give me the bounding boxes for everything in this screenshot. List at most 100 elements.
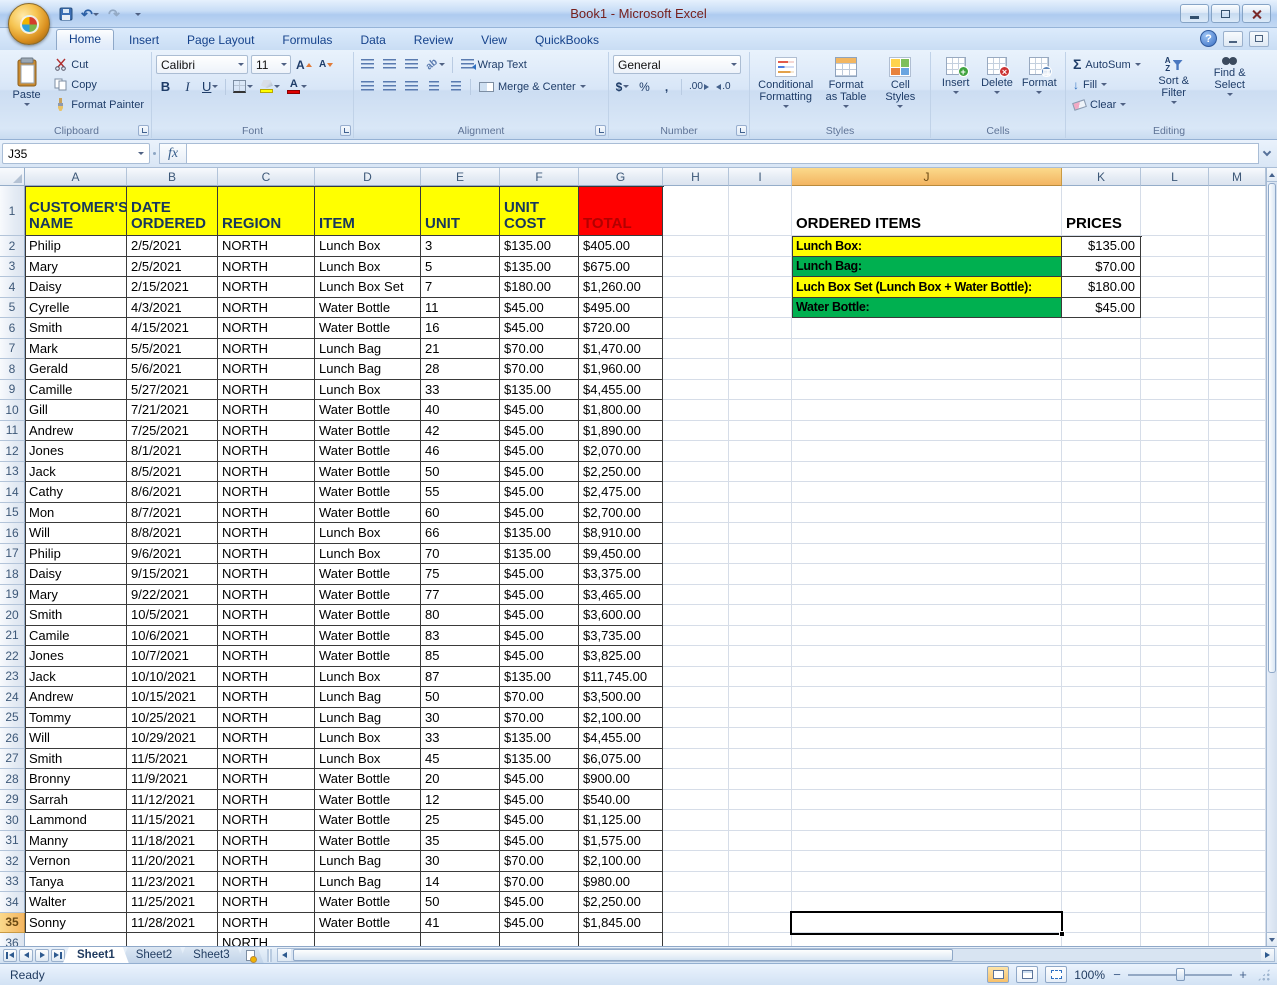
cell-I33[interactable] (729, 871, 792, 892)
cell-G13[interactable]: $2,250.00 (579, 461, 663, 482)
cell-B5[interactable]: 4/3/2021 (127, 297, 218, 318)
row-header-16[interactable]: 16 (0, 523, 25, 544)
delete-cells-button[interactable]: × Delete (977, 55, 1017, 95)
tab-insert[interactable]: Insert (116, 30, 172, 50)
cell-H15[interactable] (663, 502, 729, 523)
cell-E33[interactable]: 14 (421, 871, 500, 892)
align-bottom-button[interactable] (402, 55, 421, 74)
shrink-font-button[interactable]: A (317, 55, 336, 74)
cell-I32[interactable] (729, 851, 792, 872)
row-header-29[interactable]: 29 (0, 789, 25, 810)
cell-K8[interactable] (1062, 359, 1141, 380)
cell-F36[interactable] (500, 933, 579, 946)
cell-F33[interactable]: $70.00 (500, 871, 579, 892)
cell-F5[interactable]: $45.00 (500, 297, 579, 318)
cell-A11[interactable]: Andrew (25, 420, 127, 441)
fill-handle[interactable] (1059, 931, 1065, 937)
cell-B16[interactable]: 8/8/2021 (127, 523, 218, 544)
cell-K3[interactable]: $70.00 (1062, 256, 1141, 277)
row-header-17[interactable]: 17 (0, 543, 25, 564)
cell-I10[interactable] (729, 400, 792, 421)
col-header-B[interactable]: B (127, 168, 218, 186)
cell-C7[interactable]: NORTH (218, 338, 315, 359)
row-header-15[interactable]: 15 (0, 502, 25, 523)
row-header-26[interactable]: 26 (0, 728, 25, 749)
header-cell-B1[interactable]: DATE ORDERED (127, 186, 218, 236)
cell-I12[interactable] (729, 441, 792, 462)
row-header-21[interactable]: 21 (0, 625, 25, 646)
scroll-up-button[interactable] (1267, 168, 1277, 182)
cell-J6[interactable] (792, 318, 1062, 339)
cell-D22[interactable]: Water Bottle (315, 646, 421, 667)
cell-E11[interactable]: 42 (421, 420, 500, 441)
row-header-33[interactable]: 33 (0, 871, 25, 892)
cell-E15[interactable]: 60 (421, 502, 500, 523)
cell-I25[interactable] (729, 707, 792, 728)
cell-C21[interactable]: NORTH (218, 625, 315, 646)
cell-A19[interactable]: Mary (25, 584, 127, 605)
cell-C24[interactable]: NORTH (218, 687, 315, 708)
close-button[interactable] (1242, 4, 1271, 23)
cell-D28[interactable]: Water Bottle (315, 769, 421, 790)
col-header-H[interactable]: H (663, 168, 729, 186)
cell-F31[interactable]: $45.00 (500, 830, 579, 851)
cell-J29[interactable] (792, 789, 1062, 810)
row-header-25[interactable]: 25 (0, 707, 25, 728)
cell-M20[interactable] (1209, 605, 1266, 626)
row-header-31[interactable]: 31 (0, 830, 25, 851)
cell-B6[interactable]: 4/15/2021 (127, 318, 218, 339)
cell-C27[interactable]: NORTH (218, 748, 315, 769)
cell-B12[interactable]: 8/1/2021 (127, 441, 218, 462)
cell-styles-button[interactable]: Cell Styles (877, 55, 923, 109)
cell-M13[interactable] (1209, 461, 1266, 482)
cell-B28[interactable]: 11/9/2021 (127, 769, 218, 790)
cell-I15[interactable] (729, 502, 792, 523)
previous-sheet-button[interactable] (19, 948, 33, 962)
save-button[interactable] (56, 4, 76, 24)
cell-A20[interactable]: Smith (25, 605, 127, 626)
cell-F25[interactable]: $70.00 (500, 707, 579, 728)
cell-L11[interactable] (1141, 420, 1209, 441)
cell-G4[interactable]: $1,260.00 (579, 277, 663, 298)
cell-D13[interactable]: Water Bottle (315, 461, 421, 482)
row-header-35[interactable]: 35 (0, 912, 25, 933)
header-cell-F1[interactable]: UNIT COST (500, 186, 579, 236)
cell-J19[interactable] (792, 584, 1062, 605)
cell-F9[interactable]: $135.00 (500, 379, 579, 400)
cell-C16[interactable]: NORTH (218, 523, 315, 544)
cell-L14[interactable] (1141, 482, 1209, 503)
cell-H6[interactable] (663, 318, 729, 339)
cell-G25[interactable]: $2,100.00 (579, 707, 663, 728)
row-header-5[interactable]: 5 (0, 297, 25, 318)
cell-E2[interactable]: 3 (421, 236, 500, 257)
cell-K1[interactable]: PRICES (1062, 186, 1141, 236)
col-header-J[interactable]: J (792, 168, 1062, 186)
cell-E4[interactable]: 7 (421, 277, 500, 298)
cell-K17[interactable] (1062, 543, 1141, 564)
cell-L31[interactable] (1141, 830, 1209, 851)
cell-H17[interactable] (663, 543, 729, 564)
cell-A3[interactable]: Mary (25, 256, 127, 277)
cell-K35[interactable] (1062, 912, 1141, 933)
font-dialog-launcher[interactable] (340, 125, 351, 136)
cell-B35[interactable]: 11/28/2021 (127, 912, 218, 933)
header-cell-A1[interactable]: CUSTOMER'S NAME (25, 186, 127, 236)
cell-G19[interactable]: $3,465.00 (579, 584, 663, 605)
cell-E22[interactable]: 85 (421, 646, 500, 667)
cell-F34[interactable]: $45.00 (500, 892, 579, 913)
col-header-A[interactable]: A (25, 168, 127, 186)
cell-C28[interactable]: NORTH (218, 769, 315, 790)
cell-F15[interactable]: $45.00 (500, 502, 579, 523)
cell-M4[interactable] (1209, 277, 1266, 298)
cell-C3[interactable]: NORTH (218, 256, 315, 277)
cell-F8[interactable]: $70.00 (500, 359, 579, 380)
cell-J32[interactable] (792, 851, 1062, 872)
cell-D32[interactable]: Lunch Bag (315, 851, 421, 872)
cell-K15[interactable] (1062, 502, 1141, 523)
cell-L2[interactable] (1141, 236, 1209, 257)
cell-K23[interactable] (1062, 666, 1141, 687)
cell-E36[interactable] (421, 933, 500, 946)
cell-I21[interactable] (729, 625, 792, 646)
cell-E35[interactable]: 41 (421, 912, 500, 933)
cell-L24[interactable] (1141, 687, 1209, 708)
